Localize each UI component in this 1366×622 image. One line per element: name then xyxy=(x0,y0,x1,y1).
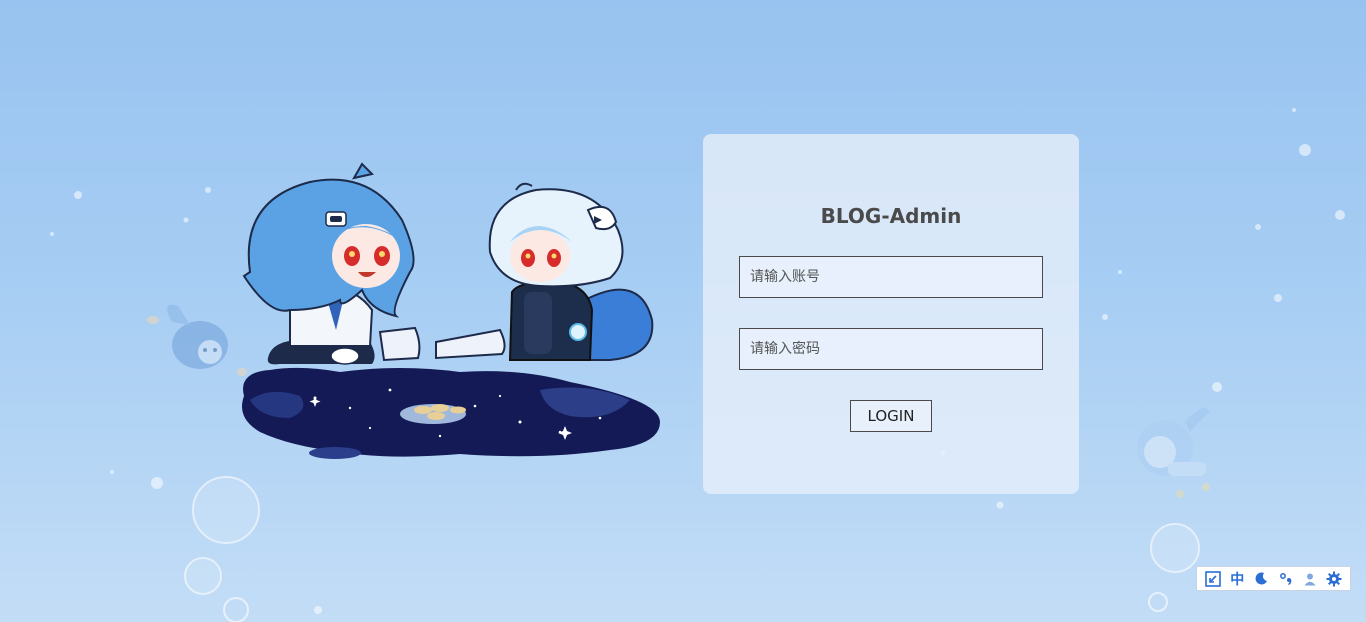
login-card: BLOG-Admin LOGIN xyxy=(703,134,1079,494)
login-title: BLOG-Admin xyxy=(820,204,962,228)
login-button[interactable]: LOGIN xyxy=(850,400,932,432)
punctuation-icon[interactable] xyxy=(1276,569,1296,589)
chinese-mode-icon[interactable]: 中 xyxy=(1227,569,1247,589)
user-icon[interactable] xyxy=(1300,569,1320,589)
account-input[interactable] xyxy=(739,256,1043,298)
ime-toolbar: 中 xyxy=(1196,566,1351,591)
settings-gear-icon[interactable] xyxy=(1324,569,1344,589)
password-input[interactable] xyxy=(739,328,1043,370)
half-width-moon-icon[interactable] xyxy=(1251,569,1271,589)
ime-switch-icon[interactable] xyxy=(1203,569,1223,589)
mascot-illustration xyxy=(242,162,660,459)
